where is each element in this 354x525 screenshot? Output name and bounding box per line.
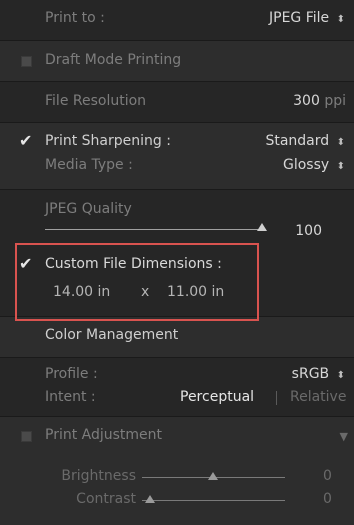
file-resolution-field[interactable]: 300 ppi bbox=[293, 93, 346, 109]
media-type-value: Glossy bbox=[282, 157, 330, 173]
print-to-select[interactable]: JPEG File ⬍ bbox=[269, 10, 345, 26]
up-down-icon: ⬍ bbox=[336, 370, 345, 381]
slider-track bbox=[45, 229, 266, 230]
brightness-value: 0 bbox=[323, 468, 332, 484]
print-adjustment-checkbox[interactable] bbox=[21, 431, 32, 442]
brightness-slider[interactable] bbox=[142, 469, 287, 481]
profile-select[interactable]: sRGB ⬍ bbox=[292, 366, 345, 382]
slider-thumb[interactable] bbox=[208, 472, 218, 480]
file-resolution-label: File Resolution bbox=[45, 93, 147, 109]
slider-thumb[interactable] bbox=[257, 223, 267, 231]
profile-value: sRGB bbox=[291, 366, 330, 382]
collapse-triangle-icon[interactable]: ▼ bbox=[340, 430, 348, 443]
media-type-label: Media Type : bbox=[45, 157, 133, 173]
sharpening-select[interactable]: Standard ⬍ bbox=[265, 133, 345, 149]
file-resolution-section: File Resolution 300 ppi bbox=[0, 82, 354, 122]
print-to-value: JPEG File bbox=[269, 10, 330, 26]
print-to-section: Print to : JPEG File ⬍ bbox=[0, 0, 354, 40]
sharpening-checkbox[interactable]: ✔ bbox=[19, 133, 35, 149]
sharpening-value: Standard bbox=[265, 133, 330, 149]
contrast-slider[interactable] bbox=[142, 492, 287, 504]
brightness-label: Brightness bbox=[61, 468, 136, 484]
media-type-select[interactable]: Glossy ⬍ bbox=[283, 157, 345, 173]
intent-label: Intent : bbox=[45, 389, 96, 405]
up-down-icon: ⬍ bbox=[336, 14, 345, 25]
intent-divider bbox=[276, 391, 277, 405]
slider-track bbox=[142, 500, 285, 501]
up-down-icon: ⬍ bbox=[336, 137, 345, 148]
file-resolution-unit: ppi bbox=[324, 93, 346, 109]
jpeg-quality-section: JPEG Quality 100 bbox=[0, 190, 354, 248]
highlight-box bbox=[15, 243, 259, 321]
jpeg-quality-slider[interactable] bbox=[45, 223, 270, 235]
draft-mode-label: Draft Mode Printing bbox=[45, 52, 182, 68]
contrast-label: Contrast bbox=[76, 491, 136, 507]
print-to-label: Print to : bbox=[45, 10, 105, 26]
print-adjustment-label: Print Adjustment bbox=[45, 427, 163, 443]
intent-perceptual-option[interactable]: Perceptual bbox=[180, 389, 254, 405]
contrast-value: 0 bbox=[323, 491, 332, 507]
sharpening-label: Print Sharpening : bbox=[45, 133, 171, 149]
color-profile-section: Profile : sRGB ⬍ Intent : Perceptual Rel… bbox=[0, 358, 354, 416]
draft-mode-checkbox[interactable] bbox=[21, 56, 32, 67]
sharpening-section: ✔ Print Sharpening : Standard ⬍ Media Ty… bbox=[0, 123, 354, 189]
color-management-title: Color Management bbox=[45, 327, 179, 343]
intent-relative-option[interactable]: Relative bbox=[290, 389, 346, 405]
print-adjustment-section: Print Adjustment ▼ Brightness 0 Contrast… bbox=[0, 417, 354, 525]
color-management-header[interactable]: Color Management bbox=[0, 317, 354, 357]
file-resolution-value: 300 bbox=[293, 93, 320, 109]
up-down-icon: ⬍ bbox=[336, 161, 345, 172]
jpeg-quality-value: 100 bbox=[295, 223, 322, 239]
jpeg-quality-label: JPEG Quality bbox=[45, 201, 132, 217]
draft-mode-section: Draft Mode Printing bbox=[0, 41, 354, 81]
profile-label: Profile : bbox=[45, 366, 98, 382]
slider-thumb[interactable] bbox=[145, 495, 155, 503]
